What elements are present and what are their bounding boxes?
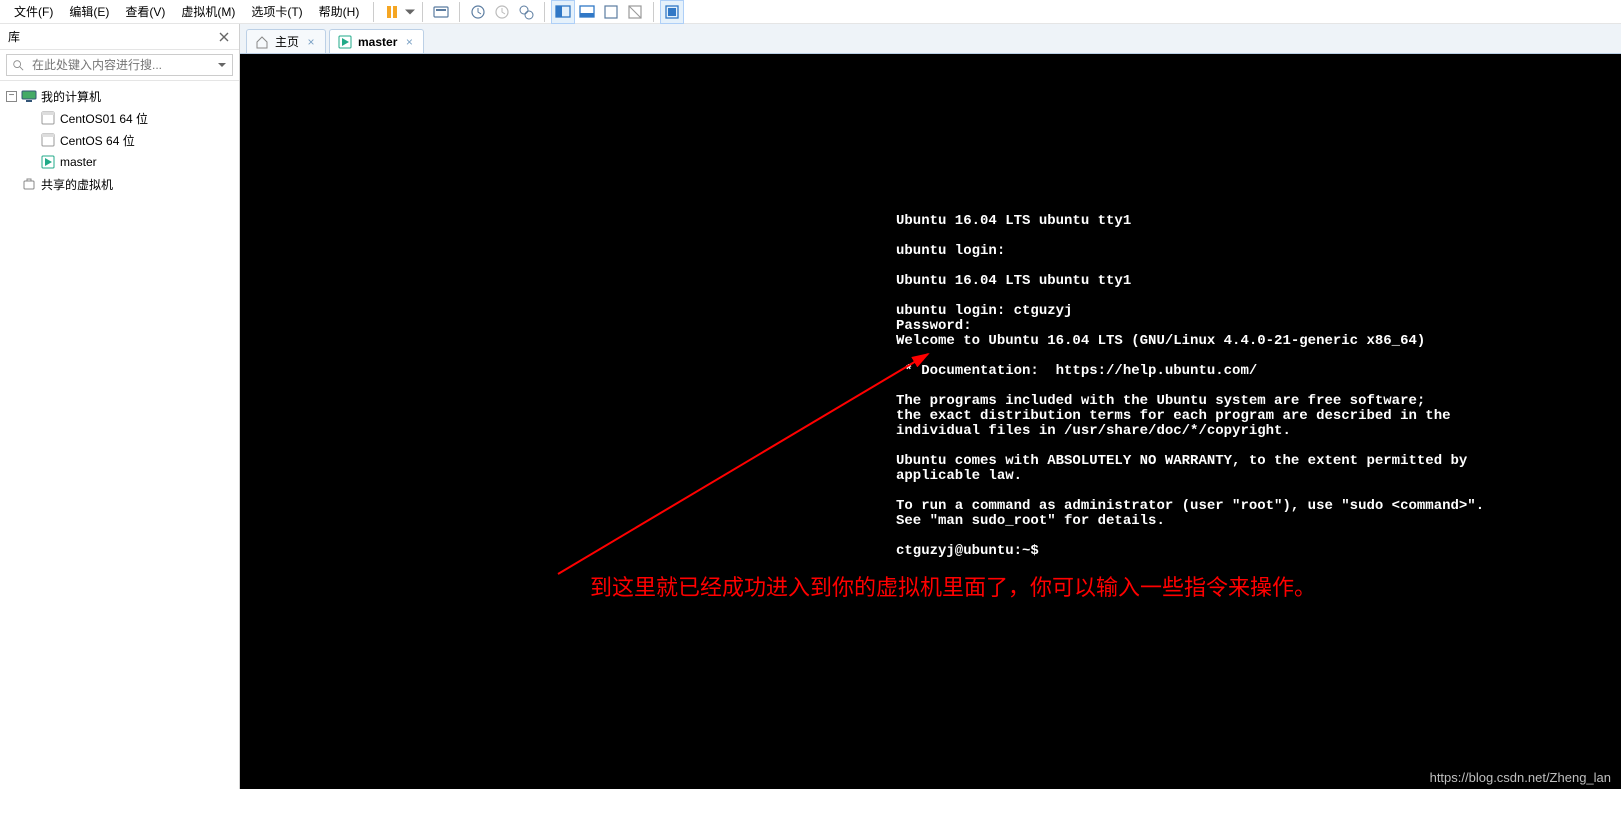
computer-icon [21,88,37,104]
vm-on-icon [40,154,56,170]
close-tab-button[interactable]: × [305,36,317,48]
search-icon [6,54,28,76]
vm-on-icon [338,35,352,49]
tabbar: 主页 × master × [240,24,1621,54]
tree-item-centos01[interactable]: CentOS01 64 位 [2,107,237,129]
vm-off-icon [40,132,56,148]
tree-item-centos[interactable]: CentOS 64 位 [2,129,237,151]
show-thumbnail-button[interactable] [575,0,599,24]
annotation-arrow [548,344,948,584]
close-tab-button[interactable]: × [403,36,415,48]
tab-master[interactable]: master × [329,29,424,53]
menu-help[interactable]: 帮助(H) [311,1,368,22]
tab-home[interactable]: 主页 × [246,29,326,53]
library-sidebar: 库 − 我的计算机 [0,24,240,789]
shared-icon [21,176,37,192]
terminal-output: Ubuntu 16.04 LTS ubuntu tty1 ubuntu logi… [896,214,1484,559]
revert-snapshot-button[interactable] [490,0,514,24]
close-sidebar-button[interactable] [217,30,231,44]
show-console-button[interactable] [551,0,575,24]
menubar: 文件(F) 编辑(E) 查看(V) 虚拟机(M) 选项卡(T) 帮助(H) [0,0,1621,24]
home-icon [255,35,269,49]
tab-label: master [358,35,397,49]
snapshot-button[interactable] [466,0,490,24]
library-toggle-button[interactable] [660,0,684,24]
tree-label: master [60,155,97,169]
menu-file[interactable]: 文件(F) [6,1,61,22]
tree-root-my-computer[interactable]: − 我的计算机 [2,85,237,107]
menu-edit[interactable]: 编辑(E) [61,1,117,22]
tree-label: CentOS01 64 位 [60,110,148,127]
tree-item-master[interactable]: master [2,151,237,173]
unity-button[interactable] [623,0,647,24]
vm-console[interactable]: Ubuntu 16.04 LTS ubuntu tty1 ubuntu logi… [240,54,1621,789]
pause-dropdown[interactable] [404,0,416,24]
tab-label: 主页 [275,33,299,50]
fullscreen-button[interactable] [599,0,623,24]
vm-off-icon [40,110,56,126]
main-area: 主页 × master × Ubuntu 16.04 LTS ubuntu tt… [240,24,1621,789]
pause-button[interactable] [380,0,404,24]
separator [653,2,654,22]
tree-label: 我的计算机 [41,88,101,105]
menu-view[interactable]: 查看(V) [117,1,173,22]
tree-label: CentOS 64 位 [60,132,135,149]
send-ctrl-alt-del-button[interactable] [429,0,453,24]
menu-vm[interactable]: 虚拟机(M) [173,1,243,22]
library-search-input[interactable] [28,54,211,76]
separator [422,2,423,22]
separator [373,2,374,22]
tree-shared-vms[interactable]: − 共享的虚拟机 [2,173,237,195]
tree-label: 共享的虚拟机 [41,176,113,193]
separator [544,2,545,22]
library-title: 库 [8,28,20,45]
annotation-text: 到这里就已经成功进入到你的虚拟机里面了，你可以输入一些指令来操作。 [590,570,1316,602]
separator [459,2,460,22]
manage-snapshots-button[interactable] [514,0,538,24]
collapse-icon[interactable]: − [6,91,17,102]
search-dropdown[interactable] [211,54,233,76]
vm-tree: − 我的计算机 CentOS01 64 位 CentOS 64 位 [0,81,239,789]
watermark: https://blog.csdn.net/Zheng_lan [1430,770,1611,785]
menu-tabs[interactable]: 选项卡(T) [243,1,310,22]
